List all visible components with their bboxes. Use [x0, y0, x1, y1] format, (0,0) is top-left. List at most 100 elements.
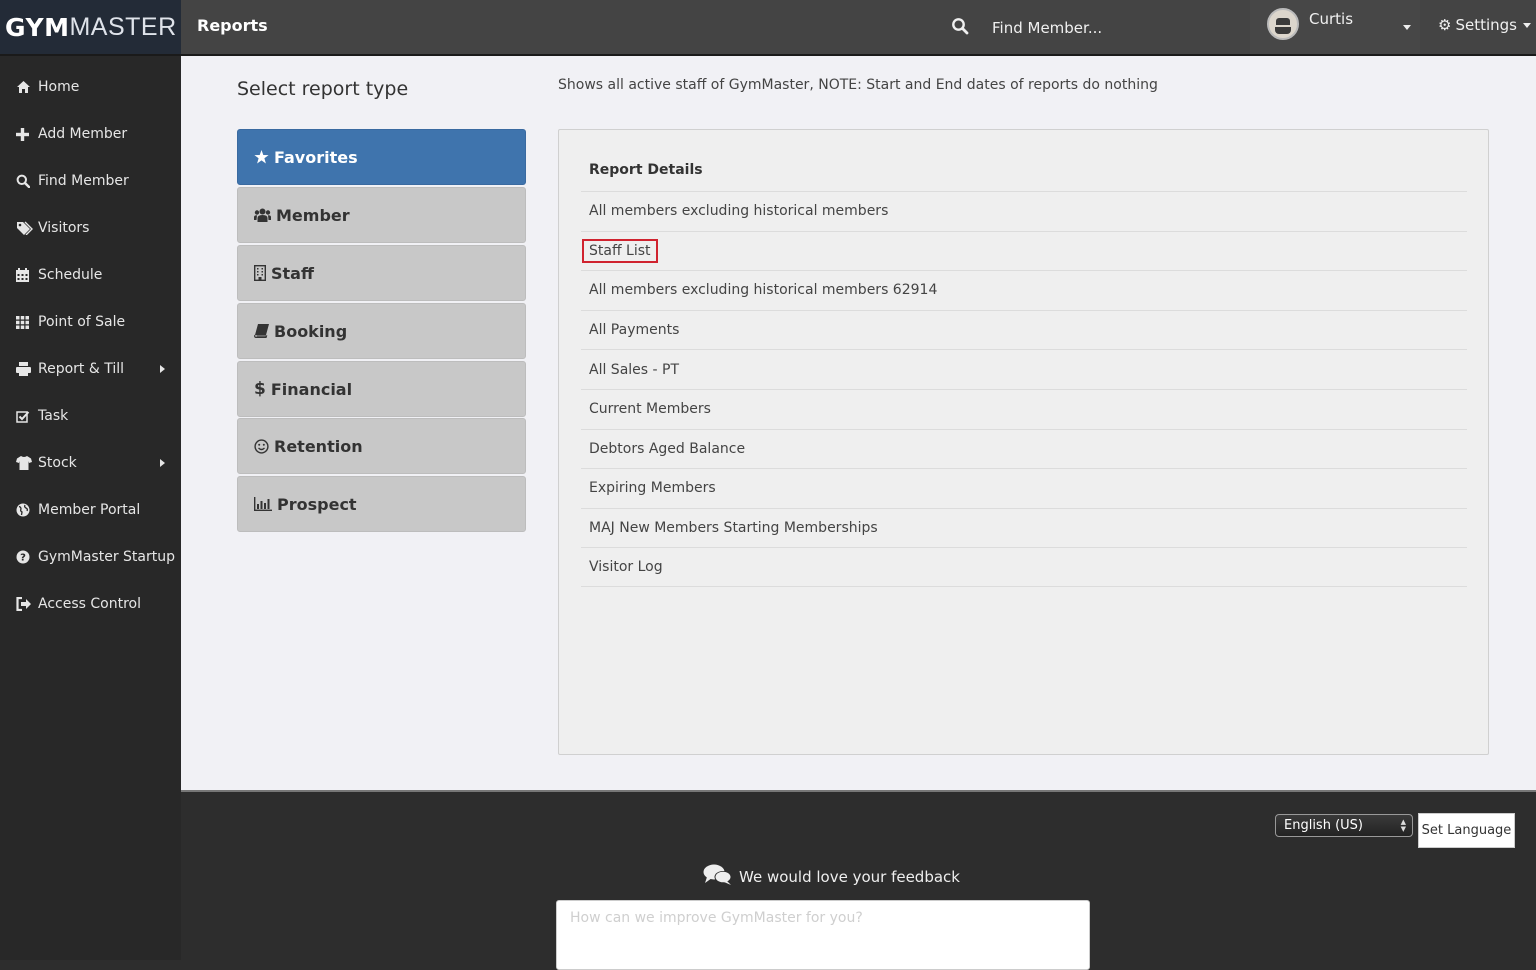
calendar-icon [16, 268, 34, 282]
caret-right-icon [160, 459, 165, 467]
report-item[interactable]: All members excluding historical members… [581, 270, 1467, 310]
report-list: All members excluding historical members… [581, 191, 1467, 587]
sidebar-item-find-member[interactable]: Find Member [0, 161, 181, 201]
category-retention-button[interactable]: Retention [237, 418, 526, 474]
star-icon [254, 150, 269, 164]
tshirt-icon [16, 456, 34, 470]
language-select[interactable]: English (US) ▲ ▼ [1275, 814, 1413, 837]
sidebar-item-stock[interactable]: Stock [0, 443, 181, 483]
sidebar-item-label: GymMaster Startup [38, 549, 175, 565]
sidebar-item-member-portal[interactable]: Member Portal [0, 490, 181, 530]
language-selected-value: English (US) [1284, 818, 1363, 833]
report-item-label: All members excluding historical members… [589, 282, 938, 299]
comments-icon [703, 864, 733, 890]
gymmaster-logo[interactable]: GYM MASTER [0, 0, 181, 54]
sidebar-item-task[interactable]: Task [0, 396, 181, 436]
find-member-search-input[interactable] [984, 10, 1234, 46]
user-avatar[interactable] [1267, 8, 1299, 40]
question-circle-icon: ? [16, 550, 34, 564]
report-item[interactable]: Current Members [581, 388, 1467, 429]
category-label: Favorites [274, 147, 358, 167]
category-prospect-button[interactable]: Prospect [237, 476, 526, 532]
sidebar-item-schedule[interactable]: Schedule [0, 255, 181, 295]
main-content: Select report type Favorites Member Staf… [181, 56, 1536, 792]
category-booking-button[interactable]: Booking [237, 303, 526, 359]
sidebar-item-label: Stock [38, 455, 77, 471]
report-item[interactable]: MAJ New Members Starting Memberships [581, 507, 1467, 548]
search-icon [16, 174, 34, 188]
check-square-icon [16, 410, 34, 423]
users-icon [254, 208, 271, 222]
sidebar-nav: Home Add Member Find Member Visitors Sch… [0, 56, 181, 960]
grid-icon [16, 315, 34, 329]
report-item[interactable]: Debtors Aged Balance [581, 428, 1467, 469]
bar-chart-icon [254, 497, 272, 511]
sidebar-item-access-control[interactable]: Access Control [0, 584, 181, 624]
feedback-heading-text: We would love your feedback [739, 868, 960, 886]
book-icon [254, 324, 269, 338]
report-item-label: All members excluding historical members [589, 203, 889, 220]
report-item-label: All Payments [589, 322, 680, 339]
sidebar-item-report-till[interactable]: Report & Till [0, 349, 181, 389]
page-title: Reports [197, 16, 268, 35]
dollar-icon: $ [254, 379, 266, 399]
feedback-heading: We would love your feedback [703, 864, 960, 890]
report-item-label: Debtors Aged Balance [589, 440, 746, 457]
report-item[interactable]: All members excluding historical members [581, 191, 1467, 231]
report-details-heading: Report Details [589, 162, 703, 178]
sidebar-item-home[interactable]: Home [0, 67, 181, 107]
user-name[interactable]: Curtis [1309, 10, 1353, 28]
user-menu[interactable]: Curtis [1250, 0, 1420, 54]
footer: English (US) ▲ ▼ Set Language We would lo… [181, 794, 1536, 970]
sidebar-item-gymmaster-startup[interactable]: ? GymMaster Startup [0, 537, 181, 577]
settings-menu[interactable]: ⚙ Settings [1438, 16, 1531, 34]
logo-light-text: MASTER [69, 12, 177, 41]
sidebar-item-label: Task [38, 408, 69, 424]
settings-label: Settings [1455, 16, 1517, 34]
svg-text:?: ? [20, 553, 26, 564]
sidebar-item-label: Point of Sale [38, 314, 126, 330]
report-item[interactable]: All Payments [581, 309, 1467, 350]
sidebar-item-label: Member Portal [38, 502, 141, 518]
select-report-type-heading: Select report type [237, 78, 409, 100]
category-label: Retention [274, 436, 363, 456]
logo-bold-text: GYM [5, 12, 70, 42]
set-language-button[interactable]: Set Language [1418, 813, 1515, 848]
caret-right-icon [160, 365, 165, 373]
report-item[interactable]: Visitor Log [581, 547, 1467, 587]
sidebar-item-add-member[interactable]: Add Member [0, 114, 181, 154]
report-details-panel: Report Details All members excluding his… [558, 129, 1489, 755]
plus-icon [16, 127, 34, 141]
category-label: Staff [271, 263, 314, 283]
report-item-label: All Sales - PT [589, 361, 680, 378]
report-item[interactable]: All Sales - PT [581, 349, 1467, 389]
sidebar-item-label: Report & Till [38, 361, 125, 377]
building-icon [254, 265, 266, 281]
top-bar: GYMMASTER Reports Curtis ⚙ Settings [0, 0, 1536, 56]
sidebar-item-label: Add Member [38, 126, 128, 142]
sidebar-item-point-of-sale[interactable]: Point of Sale [0, 302, 181, 342]
category-favorites-button[interactable]: Favorites [237, 129, 526, 185]
report-item-label: Staff List [582, 238, 658, 263]
globe-icon [16, 503, 34, 517]
gear-icon: ⚙ [1438, 16, 1452, 34]
sidebar-item-label: Find Member [38, 173, 129, 189]
report-item-label: Current Members [589, 401, 711, 418]
category-financial-button[interactable]: $ Financial [237, 361, 526, 417]
search-icon[interactable] [951, 17, 969, 35]
sidebar-item-label: Schedule [38, 267, 103, 283]
tags-icon [16, 221, 34, 235]
caret-down-icon[interactable] [1403, 25, 1411, 30]
category-label: Member [276, 205, 350, 225]
sidebar-item-label: Access Control [38, 596, 141, 612]
sign-out-icon [16, 597, 34, 611]
sidebar-item-visitors[interactable]: Visitors [0, 208, 181, 248]
category-member-button[interactable]: Member [237, 187, 526, 243]
category-staff-button[interactable]: Staff [237, 245, 526, 301]
report-item[interactable]: Expiring Members [581, 468, 1467, 508]
category-label: Prospect [277, 494, 357, 514]
caret-down-icon [1522, 22, 1531, 28]
sidebar-item-label: Home [38, 79, 80, 95]
report-item-selected[interactable]: Staff List [581, 230, 1467, 271]
report-description: Shows all active staff of GymMaster, NOT… [558, 77, 1158, 93]
